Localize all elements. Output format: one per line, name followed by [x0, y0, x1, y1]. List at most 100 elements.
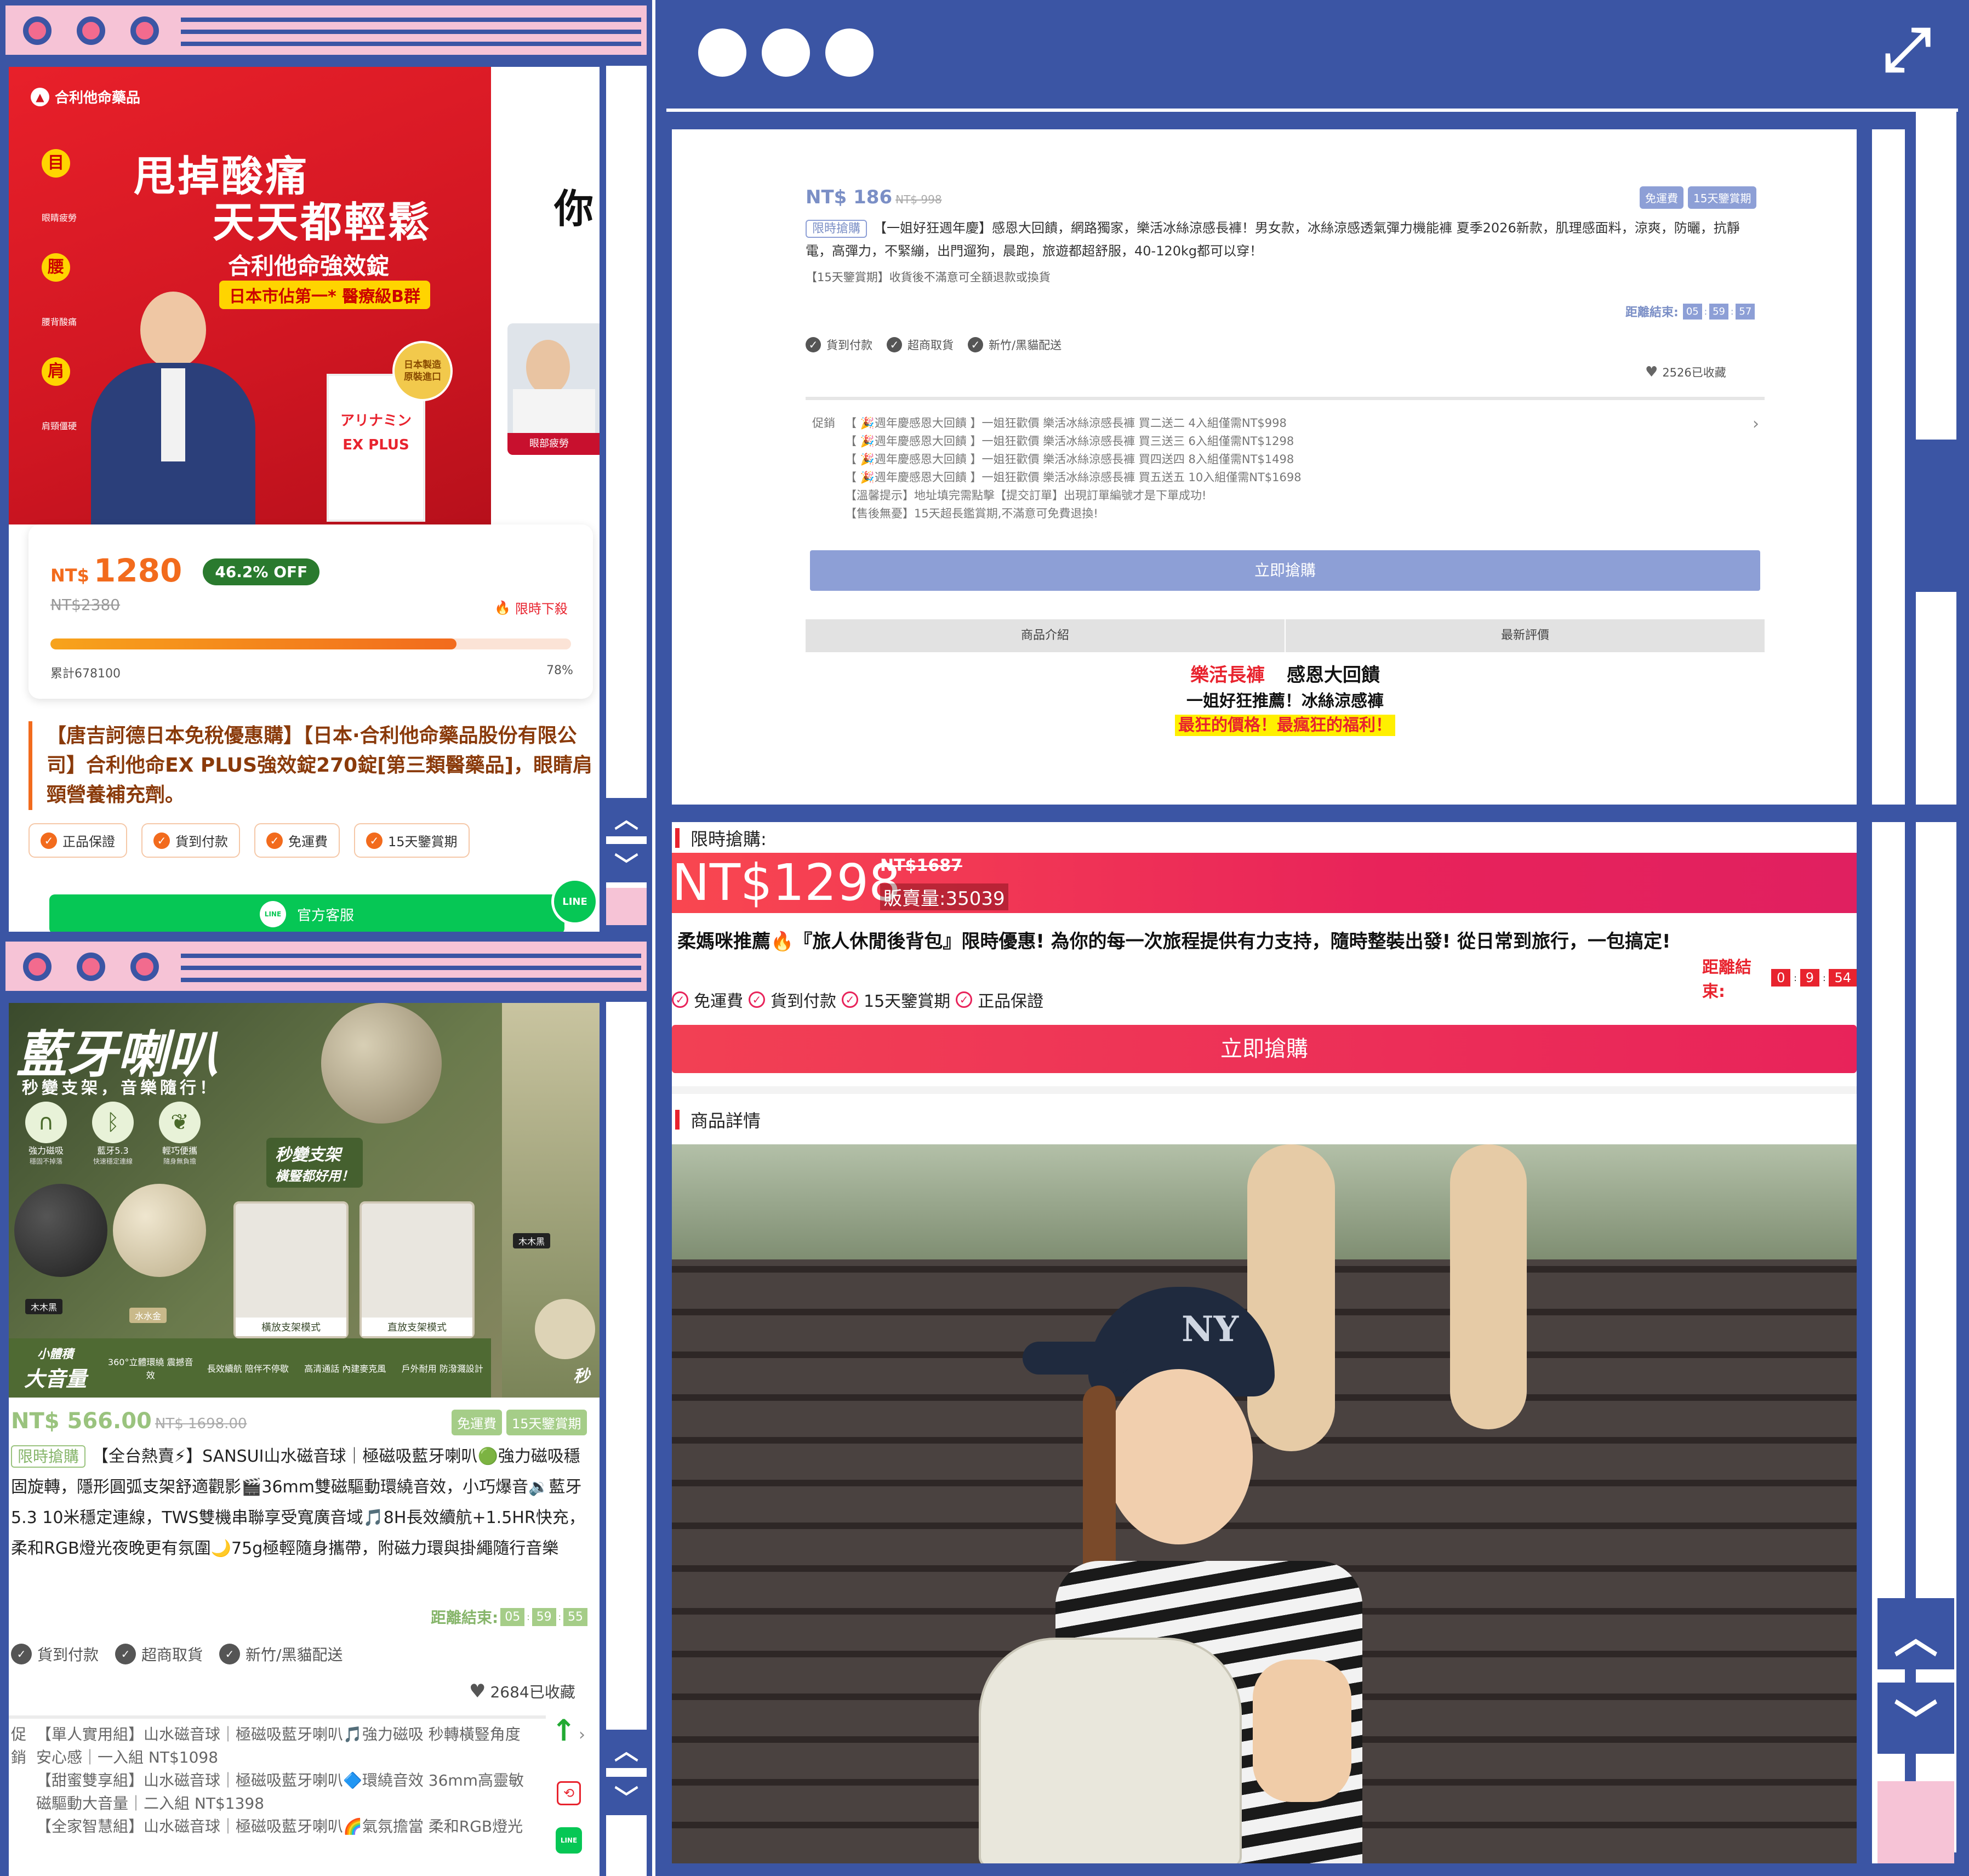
scrollbar-track[interactable]	[1872, 129, 1905, 805]
window-dot-1[interactable]	[23, 16, 52, 45]
promo-section[interactable]: 促銷 【 🎉週年慶感恩大回饋 】一姐狂歡價 樂活冰絲涼感長褲 買二送二 4入組僅…	[806, 414, 1770, 523]
stand-callout: 秒變支架 橫豎都好用！	[266, 1138, 363, 1188]
window-dot-3[interactable]	[130, 16, 159, 45]
titlebar-line-1	[181, 954, 641, 958]
color-label-black: 木木黑	[25, 1299, 63, 1314]
countdown-hours: 05	[500, 1607, 525, 1626]
fire-icon: 🔥	[494, 600, 511, 615]
speaker-black	[14, 1184, 107, 1277]
promo-label: 促銷	[812, 417, 835, 430]
product-banner: ▲ 合利他命藥品 目眼睛疲勞 腰腰背酸痛 肩肩頸僵硬 甩掉酸痛 天天都輕鬆 合利…	[9, 67, 491, 524]
scroll-up-button[interactable]: ︿	[606, 1730, 647, 1768]
line-chat-icon[interactable]: LINE	[556, 1827, 582, 1854]
window-product-speaker: 藍牙喇叭 秒變支架，音樂隨行！ ∩ 強力磁吸 穩固不掉落 ᛒ 藍牙5.3 快速穩定連線 …	[0, 936, 652, 1876]
check-icon: ✓	[672, 991, 688, 1008]
promo-line: 磁驅動大音量｜二入組 NT$1398	[36, 1794, 265, 1812]
service-cod: ✓ 貨到付款	[749, 988, 836, 1012]
product-title: 柔媽咪推薦🔥『旅人休閒後背包』限時優惠! 為你的每一次旅程提供有力支持，隨時整裝…	[677, 931, 1671, 953]
scroll-up-button[interactable]: ︿	[606, 798, 647, 836]
badge-free-shipping: 免運費	[1640, 186, 1683, 209]
mode-horizontal-image: 橫放支架模式	[233, 1201, 349, 1338]
promo-line: 【單人實用組】山水磁音球｜極磁吸藍牙喇叭🎵強力磁吸 秒轉橫豎角度	[36, 1725, 521, 1743]
window-dot-1[interactable]	[698, 28, 746, 77]
leaf-icon: ❦	[159, 1102, 201, 1143]
chevron-right-icon[interactable]: ›	[1753, 414, 1759, 434]
promo-line: 【 🎉週年慶感恩大回饋 】一姐狂歡價 樂活冰絲涼感長褲 買四送四 8入組僅需NT…	[845, 453, 1294, 466]
promo-line: 【 🎉週年慶感恩大回饋 】一姐狂歡價 樂活冰絲涼感長褲 買五送五 10入組僅需N…	[845, 471, 1302, 484]
service-bag-icon[interactable]: ⟲	[557, 1781, 581, 1805]
window-content: NT$ 186 NT$ 998 免運費 15天鑒賞期 限時搶購 【一姐好狂週年慶】…	[672, 129, 1857, 805]
chevron-down-icon: ﹀	[614, 1784, 638, 1812]
titlebar-line-2	[181, 30, 641, 34]
bluetooth-icon: ᛒ	[92, 1102, 134, 1143]
tab-reviews[interactable]: 最新評價	[1286, 619, 1765, 652]
countdown-minutes: 9	[1800, 969, 1820, 987]
window-titlebar	[0, 936, 652, 996]
scrollbar-thumb[interactable]	[1916, 111, 1956, 440]
countdown-minutes: 59	[1709, 303, 1729, 320]
divider	[806, 397, 1765, 400]
banner-product-name: 合利他命強效錠	[228, 253, 390, 280]
window-dot-3[interactable]	[130, 953, 159, 981]
side-label-shoulder: 肩	[42, 357, 70, 386]
line-official-button[interactable]: LINE 官方客服	[49, 894, 564, 932]
made-in-japan-seal: 日本製造 原裝進口	[392, 341, 453, 401]
check-icon: ✓	[806, 337, 821, 352]
check-icon: ✓	[956, 991, 973, 1008]
side-panel: 木木黑 秒	[502, 1003, 600, 1398]
window-dot-2[interactable]	[762, 28, 810, 77]
badge-15day: 15天鑒賞期	[1688, 186, 1757, 209]
spokesperson-image	[91, 292, 255, 524]
service-store-pickup: ✓ 超商取貨	[887, 337, 954, 353]
scroll-down-button[interactable]: ﹀	[1877, 1683, 1954, 1754]
flash-sale-tag: 限時搶購	[806, 220, 867, 238]
promo-line: 【甜蜜雙享組】山水磁音球｜極磁吸藍牙喇叭🔷環繞音效 36mm高靈敏	[36, 1771, 524, 1789]
favorites[interactable]: ♥ 2526已收藏	[1645, 364, 1726, 380]
check-icon: ✓	[219, 1644, 241, 1664]
cap-logo: NY	[1182, 1309, 1239, 1350]
window-dot-2[interactable]	[77, 953, 105, 981]
scroll-down-button[interactable]: ﹀	[606, 844, 647, 882]
tab-intro[interactable]: 商品介紹	[806, 619, 1286, 652]
section-divider	[672, 1086, 1857, 1094]
promo-line: 安心感｜一入組 NT$1098	[36, 1748, 219, 1766]
service-genuine: ✓ 正品保證	[956, 988, 1043, 1012]
window-product-backpack: 限時搶購: NT$1298 NT$1687 販賣量:35039 柔媽咪推薦🔥『旅…	[655, 817, 1969, 1876]
buy-now-button[interactable]: 立即搶購	[810, 550, 1760, 591]
details-label: 商品詳情	[675, 1107, 761, 1132]
brand-logo-icon: ▲	[31, 87, 49, 106]
description-line-1: 樂活長褲 感恩大回饋	[1190, 664, 1380, 686]
check-icon: ✓	[887, 337, 902, 352]
scroll-up-button[interactable]: ︿	[1877, 1598, 1954, 1669]
original-price: NT$ 1698.00	[155, 1416, 247, 1432]
window-dot-3[interactable]	[825, 28, 874, 77]
check-icon: ✓	[266, 832, 283, 849]
product-title: 限時搶購 【一姐好狂週年慶】感恩大回饋，網路獨家，樂活冰絲涼感長褲！男女款，冰絲涼…	[806, 220, 1740, 259]
line-floating-button[interactable]: LINE	[551, 878, 598, 925]
service-list: ✓ 貨到付款 ✓ 超商取貨 ✓ 新竹/黑貓配送	[806, 337, 1061, 353]
countdown: 距離結束: 05: 59: 55	[431, 1606, 587, 1628]
promo-line: 【售後無憂】15天超長鑑賞期,不滿意可免費退換!	[845, 507, 1098, 520]
check-icon: ✓	[842, 991, 858, 1008]
window-dot-1[interactable]	[23, 953, 52, 981]
flash-label: 限時搶購:	[675, 825, 767, 851]
chevron-right-icon[interactable]: ›	[579, 1725, 585, 1744]
window-dot-2[interactable]	[77, 16, 105, 45]
service-delivery: ✓ 新竹/黑貓配送	[968, 337, 1061, 353]
favorites[interactable]: ♥ 2684已收藏	[469, 1680, 575, 1702]
buy-now-button[interactable]: 立即搶購	[672, 1025, 1857, 1073]
description-line-2: 一姐好狂推薦！冰絲涼感褲	[1186, 692, 1384, 711]
sold-count: 販賣量:35039	[880, 883, 1008, 910]
promo-section[interactable]: 促 銷 【單人實用組】山水磁音球｜極磁吸藍牙喇叭🎵強力磁吸 秒轉橫豎角度 安心感…	[11, 1723, 559, 1838]
side-thumbnail[interactable]: 眼部疲勞	[507, 323, 600, 455]
scroll-down-button[interactable]: ﹀	[606, 1777, 647, 1815]
window-product-vitamin: ▲ 合利他命藥品 目眼睛疲勞 腰腰背酸痛 肩肩頸僵硬 甩掉酸痛 天天都輕鬆 合利…	[0, 0, 652, 936]
titlebar-line-3	[181, 978, 641, 982]
service-cod: ✓ 貨到付款	[806, 337, 872, 353]
sales-progress-fill	[50, 638, 456, 649]
scrollbar-track[interactable]	[606, 66, 647, 925]
service-cod: ✓ 貨到付款	[11, 1643, 99, 1665]
expand-icon[interactable]: ⤢	[1883, 19, 1949, 84]
service-list: ✓ 貨到付款 ✓ 超商取貨 ✓ 新竹/黑貓配送	[11, 1643, 343, 1665]
window-content: ▲ 合利他命藥品 目眼睛疲勞 腰腰背酸痛 肩肩頸僵硬 甩掉酸痛 天天都輕鬆 合利…	[9, 67, 600, 932]
